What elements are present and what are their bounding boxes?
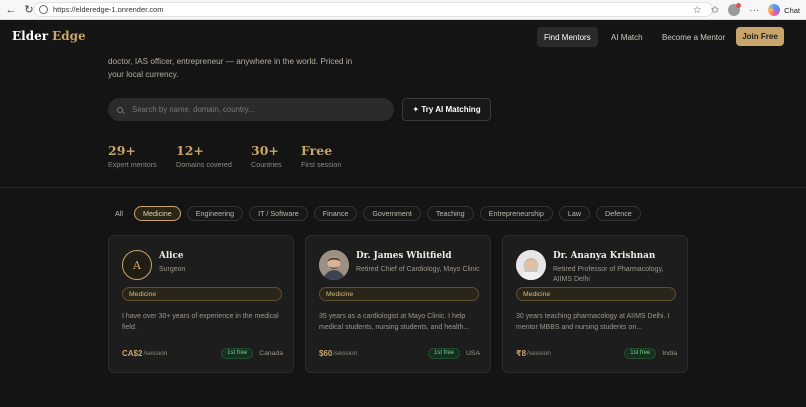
logo-part-elder: Elder bbox=[12, 29, 49, 43]
domain-tag: Medicine bbox=[319, 287, 479, 301]
filter-teaching[interactable]: Teaching bbox=[426, 206, 474, 221]
back-arrow-icon[interactable]: ← bbox=[4, 3, 18, 17]
stat-label: Expert mentors bbox=[108, 160, 157, 169]
nav-ai-match[interactable]: AI Match bbox=[604, 27, 650, 47]
stat-value: 29+ bbox=[108, 143, 136, 158]
favorites-icon[interactable]: ✩ bbox=[711, 5, 719, 16]
card-footer: ₹8 /session 1st free India bbox=[516, 346, 677, 360]
profile-avatar-icon[interactable] bbox=[728, 3, 742, 16]
mentor-role: Retired Professor of Pharmacology, AIIMS… bbox=[553, 266, 664, 283]
search-box[interactable] bbox=[108, 98, 394, 121]
stat-countries: 30+ Countries bbox=[251, 143, 282, 169]
stat-label: First session bbox=[301, 160, 342, 169]
nav-become-mentor[interactable]: Become a Mentor bbox=[655, 27, 732, 47]
mentor-name: Dr. James Whitfield bbox=[356, 251, 452, 261]
more-icon[interactable]: ··· bbox=[749, 5, 759, 16]
mentor-price: CA$2 bbox=[122, 348, 143, 358]
filter-all[interactable]: All bbox=[110, 206, 128, 221]
domain-tag: Medicine bbox=[122, 287, 282, 301]
hero-line-2: your local currency. bbox=[108, 70, 179, 79]
stat-value: 30+ bbox=[251, 143, 279, 158]
price-unit: /session bbox=[333, 349, 358, 357]
mentor-bio: 30 years teaching pharmacology at AIIMS … bbox=[516, 313, 670, 331]
person-photo-icon bbox=[319, 250, 349, 280]
mentor-role: Retired Chief of Cardiology, Mayo Clinic bbox=[356, 266, 480, 273]
domain-tag: Medicine bbox=[516, 287, 676, 301]
search-icon bbox=[117, 106, 123, 113]
mentor-card[interactable]: Dr. James Whitfield Retired Chief of Car… bbox=[305, 235, 491, 373]
first-free-badge: 1st free bbox=[221, 347, 254, 359]
stat-value: Free bbox=[301, 143, 333, 158]
browser-toolbar: ← ↻ https://elderedge-1.onrender.com ☆ ✩… bbox=[0, 0, 806, 20]
card-footer: CA$2 /session 1st free Canada bbox=[122, 346, 283, 360]
stat-label: Domains covered bbox=[176, 160, 232, 169]
filter-it-software[interactable]: IT / Software bbox=[249, 206, 308, 221]
address-bar[interactable]: https://elderedge-1.onrender.com bbox=[33, 2, 713, 17]
stat-first-session: Free First session bbox=[301, 143, 341, 169]
try-ai-matching-button[interactable]: ✦ Try AI Matching bbox=[402, 98, 491, 121]
stat-label: Countries bbox=[251, 160, 282, 169]
mentor-bio: 35 years as a cardiologist at Mayo Clini… bbox=[319, 313, 470, 331]
join-free-button[interactable]: Join Free bbox=[736, 27, 784, 46]
mentor-photo bbox=[319, 250, 349, 280]
mentor-price: $60 bbox=[319, 348, 333, 358]
browser-actions: ☆ ✩ ··· Chat bbox=[693, 2, 800, 18]
logo[interactable]: Elder Edge bbox=[12, 29, 86, 43]
nav-find-mentors[interactable]: Find Mentors bbox=[537, 27, 598, 47]
logo-part-edge: Edge bbox=[52, 29, 86, 43]
mentor-card[interactable]: A Alice Surgeon Medicine I have over 30+… bbox=[108, 235, 294, 373]
mentor-country: Canada bbox=[259, 349, 283, 357]
price-unit: /session bbox=[143, 349, 168, 357]
mentor-role: Surgeon bbox=[159, 266, 186, 273]
mentor-avatar: A bbox=[122, 250, 152, 280]
site-info-icon[interactable] bbox=[39, 5, 48, 14]
first-free-badge: 1st free bbox=[428, 347, 461, 359]
domain-filter-bar: All Medicine Engineering IT / Software F… bbox=[110, 206, 641, 222]
filter-defence[interactable]: Defence bbox=[596, 206, 641, 221]
mentor-photo bbox=[516, 250, 546, 280]
mentor-country: India bbox=[662, 349, 677, 357]
mentor-bio: I have over 30+ years of experience in t… bbox=[122, 313, 279, 331]
mentor-name: Dr. Ananya Krishnan bbox=[553, 251, 656, 261]
section-divider bbox=[0, 187, 806, 188]
stat-mentors: 29+ Expert mentors bbox=[108, 143, 157, 169]
mentor-card[interactable]: Dr. Ananya Krishnan Retired Professor of… bbox=[502, 235, 688, 373]
site-header: Elder Edge Find Mentors AI Match Become a… bbox=[0, 20, 806, 52]
stat-value: 12+ bbox=[176, 143, 204, 158]
search-input[interactable] bbox=[132, 105, 382, 114]
price-unit: /session bbox=[527, 349, 551, 357]
mentor-name: Alice bbox=[159, 251, 184, 261]
hero-description: doctor, IAS officer, entrepreneur — anyw… bbox=[108, 55, 378, 81]
person-photo-icon bbox=[516, 250, 546, 280]
copilot-icon[interactable] bbox=[768, 4, 781, 16]
hero-line-1: doctor, IAS officer, entrepreneur — anyw… bbox=[108, 57, 353, 66]
chat-label[interactable]: Chat bbox=[784, 6, 800, 15]
first-free-badge: 1st free bbox=[624, 347, 657, 359]
filter-entrepreneurship[interactable]: Entrepreneurship bbox=[479, 206, 553, 221]
filter-medicine[interactable]: Medicine bbox=[134, 206, 181, 221]
filter-law[interactable]: Law bbox=[558, 206, 591, 221]
filter-engineering[interactable]: Engineering bbox=[186, 206, 244, 221]
mentor-country: USA bbox=[466, 349, 480, 357]
card-footer: $60 /session 1st free USA bbox=[319, 346, 480, 360]
star-icon[interactable]: ☆ bbox=[693, 5, 702, 16]
filter-government[interactable]: Government bbox=[363, 206, 421, 221]
stat-domains: 12+ Domains covered bbox=[176, 143, 232, 169]
mentor-price: ₹8 bbox=[516, 348, 527, 358]
filter-finance[interactable]: Finance bbox=[313, 206, 358, 221]
url-text: https://elderedge-1.onrender.com bbox=[53, 5, 164, 14]
